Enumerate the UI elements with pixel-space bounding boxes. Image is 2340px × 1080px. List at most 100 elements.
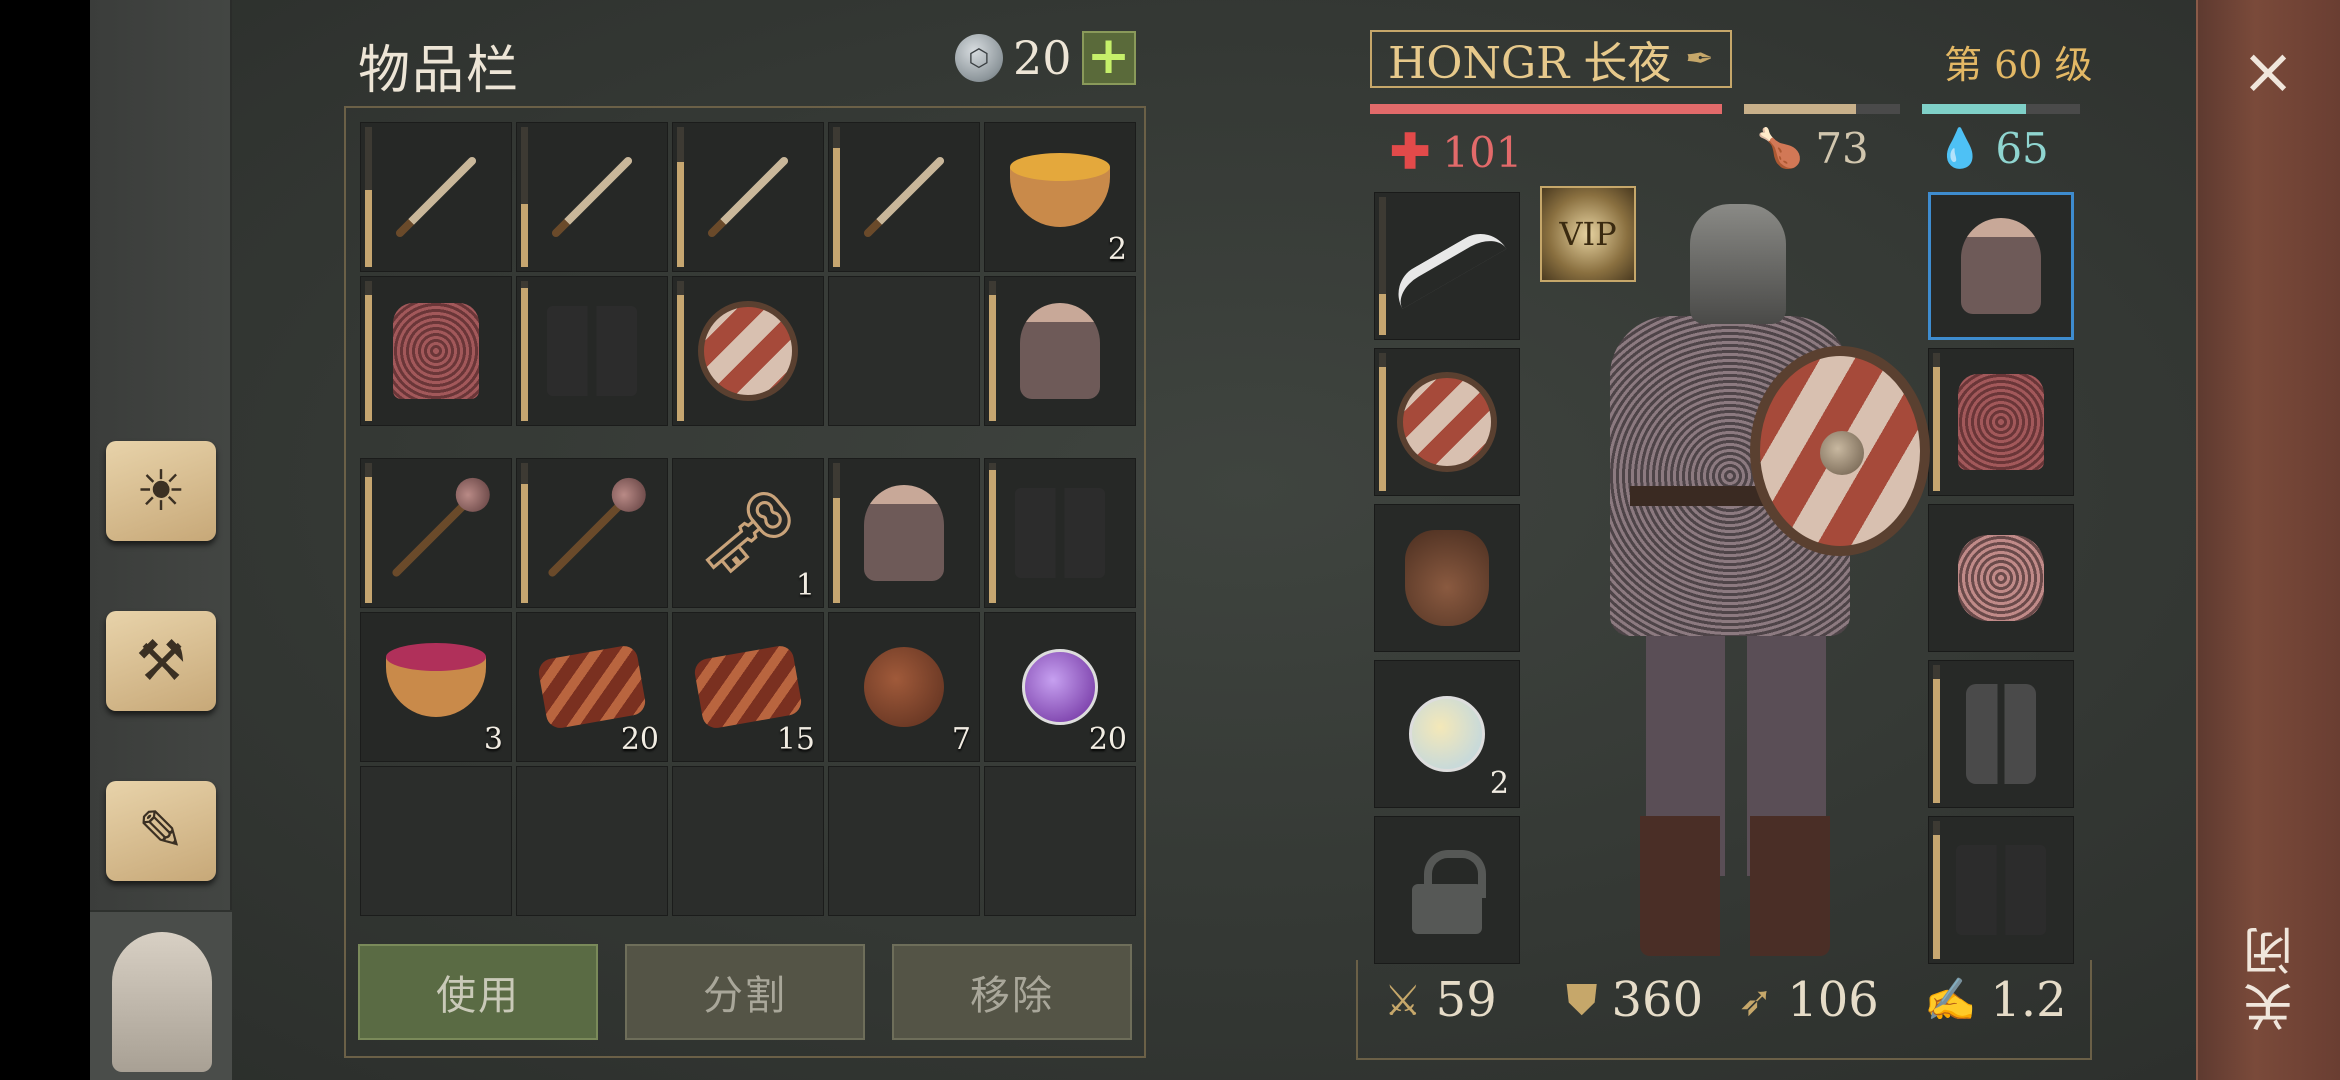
running-icon: ➶ — [1738, 975, 1774, 1025]
left-black-strip — [0, 0, 90, 1080]
sidebar-tab-quests[interactable]: ✎ — [100, 770, 222, 892]
round-shield-slot[interactable] — [1374, 348, 1520, 496]
empty-slot[interactable] — [516, 766, 668, 916]
round-shield-icon — [1397, 372, 1497, 472]
bacon-slot[interactable]: 20 — [516, 612, 668, 762]
chainmail-slot[interactable] — [1928, 348, 2074, 496]
armor-stat: ⛊ 360 — [1566, 972, 1703, 1028]
item-count: 15 — [776, 722, 815, 757]
sidebar-tab-character[interactable] — [90, 912, 232, 1080]
remove-button[interactable]: 移除 — [892, 944, 1132, 1040]
soup-bowl-slot[interactable]: 2 — [984, 122, 1136, 272]
sidebar-tab-skills[interactable]: ☀ — [100, 430, 222, 552]
item-count: 20 — [1088, 722, 1127, 757]
model-boots — [1640, 816, 1830, 956]
sword-slot[interactable] — [516, 122, 668, 272]
pouch-icon — [1405, 530, 1489, 626]
durability-bar — [521, 484, 528, 603]
sword-icon — [394, 155, 478, 239]
weight-stat: ✍ 1.2 — [1924, 972, 2067, 1028]
clear-potion-icon — [1409, 696, 1485, 772]
food-bar — [1744, 104, 1900, 114]
sidebar-tab-crafting[interactable]: ⚒ — [100, 600, 222, 722]
item-count: 7 — [951, 722, 971, 757]
purple-potion-slot[interactable]: 20 — [984, 612, 1136, 762]
boots-icon — [1956, 845, 2046, 935]
item-count: 1 — [795, 568, 815, 603]
boots-slot[interactable] — [516, 276, 668, 426]
key-slot[interactable]: 🗝 1 — [672, 458, 824, 608]
boots-slot[interactable] — [984, 458, 1136, 608]
empty-slot[interactable] — [828, 276, 980, 426]
model-shield-boss — [1820, 431, 1864, 475]
boots-slot[interactable] — [1928, 816, 2074, 964]
great-helm-icon — [1020, 303, 1100, 399]
mail-gloves-slot[interactable] — [1928, 504, 2074, 652]
durability-bar — [677, 162, 684, 267]
great-helm-slot[interactable] — [1928, 192, 2074, 340]
sword-icon — [706, 155, 790, 239]
close-label[interactable]: 关闭 — [2236, 920, 2301, 1032]
character-name-box[interactable]: HONGR 长夜 ✒ — [1370, 30, 1732, 89]
bacon-slot[interactable]: 15 — [672, 612, 824, 762]
water-value: 65 — [1995, 124, 2049, 173]
scimitar-slot[interactable] — [1374, 192, 1520, 340]
rename-quill-icon[interactable]: ✒ — [1685, 39, 1714, 79]
great-helm-icon — [1961, 218, 2041, 314]
durability-bar — [521, 204, 528, 267]
water-flask-slot[interactable]: 7 — [828, 612, 980, 762]
chainmail-slot[interactable] — [360, 276, 512, 426]
inventory-grid-bottom: 🗝 1 3 20 15 7 20 — [360, 458, 1136, 916]
item-count: 3 — [483, 722, 503, 757]
bacon-icon — [692, 643, 804, 731]
silver-coin-icon: ⬡ — [955, 34, 1003, 82]
item-count: 20 — [620, 722, 659, 757]
attack-value: 59 — [1435, 972, 1497, 1028]
close-icon[interactable]: × — [2232, 36, 2304, 108]
currency-value: 20 — [1013, 31, 1072, 85]
food-stat: 🍗 73 — [1756, 124, 1869, 173]
durability-bar — [1933, 366, 1940, 491]
character-model — [1570, 196, 1930, 966]
currency-area: ⬡ 20 + — [955, 30, 1136, 86]
weight-value: 1.2 — [1990, 972, 2067, 1028]
sword-slot[interactable] — [828, 122, 980, 272]
chainmail-icon — [1958, 374, 2044, 470]
character-name: HONGR 长夜 — [1388, 38, 1672, 89]
split-button[interactable]: 分割 — [625, 944, 865, 1040]
chainmail-icon — [393, 303, 479, 399]
health-stat: ✚ 101 — [1390, 124, 1522, 180]
armor-value: 360 — [1611, 972, 1704, 1028]
berry-bowl-slot[interactable]: 3 — [360, 612, 512, 762]
water-drop-icon: 💧 — [1936, 126, 1984, 170]
empty-slot[interactable] — [828, 766, 980, 916]
use-button[interactable]: 使用 — [358, 944, 598, 1040]
bacon-icon — [536, 643, 648, 731]
clear-potion-slot[interactable]: 2 — [1374, 660, 1520, 808]
empty-slot[interactable] — [360, 766, 512, 916]
soup-bowl-icon — [1010, 153, 1110, 227]
mace-slot[interactable] — [360, 458, 512, 608]
durability-bar — [365, 295, 372, 421]
greaves-slot[interactable] — [1928, 660, 2074, 808]
speed-value: 106 — [1787, 972, 1879, 1028]
attack-stat: ⚔ 59 — [1384, 972, 1497, 1028]
empty-slot[interactable] — [672, 766, 824, 916]
round-shield-slot[interactable] — [672, 276, 824, 426]
greaves-icon — [1966, 684, 2036, 784]
close-panel[interactable] — [2196, 0, 2340, 1080]
character-level: 第 60 级 — [1944, 43, 2093, 87]
pouch-slot[interactable] — [1374, 504, 1520, 652]
great-helm-slot[interactable] — [984, 276, 1136, 426]
sword-slot[interactable] — [672, 122, 824, 272]
mace-slot[interactable] — [516, 458, 668, 608]
locked-slot[interactable] — [1374, 816, 1520, 964]
durability-bar — [365, 190, 372, 267]
durability-bar — [521, 288, 528, 421]
sword-slot[interactable] — [360, 122, 512, 272]
sword-icon — [862, 155, 946, 239]
add-currency-button[interactable]: + — [1081, 30, 1136, 85]
great-helm-icon — [864, 485, 944, 581]
empty-slot[interactable] — [984, 766, 1136, 916]
great-helm-slot[interactable] — [828, 458, 980, 608]
